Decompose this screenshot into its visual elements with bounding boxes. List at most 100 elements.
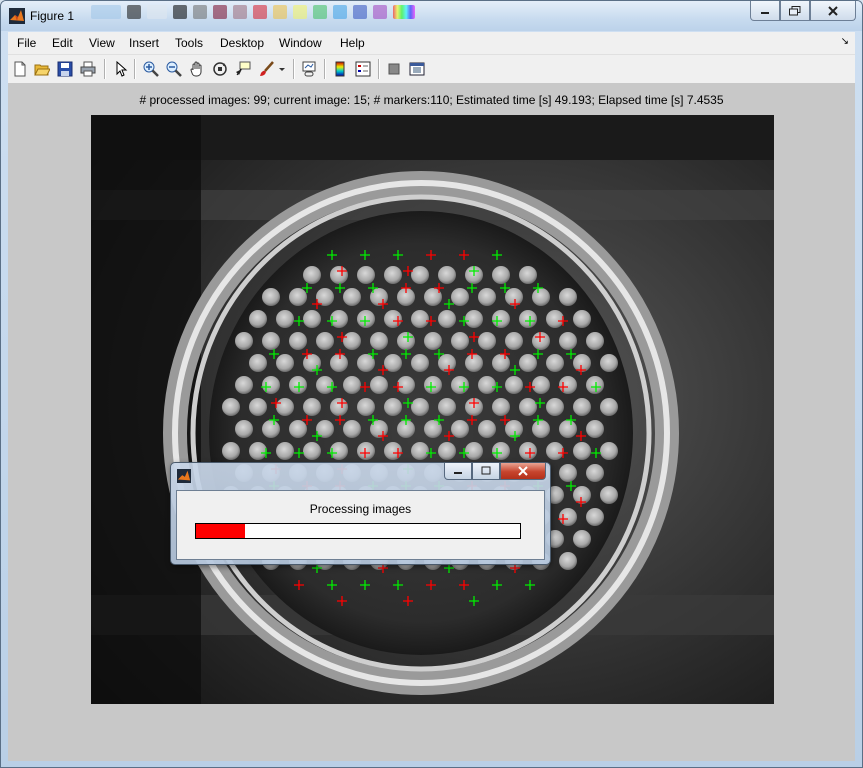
bead [559, 464, 577, 482]
bead [492, 310, 510, 328]
toolbar-separator [134, 59, 136, 79]
menu-desktop[interactable]: Desktop [220, 36, 264, 50]
bead [411, 310, 429, 328]
dock-arrow-icon[interactable]: ↘ [841, 36, 849, 47]
bead [222, 442, 240, 460]
bead [465, 354, 483, 372]
brush-button[interactable] [258, 60, 276, 78]
print-button[interactable] [79, 60, 97, 78]
bead [465, 310, 483, 328]
maximize-icon [789, 5, 801, 15]
bead [451, 332, 469, 350]
zoom-out-button[interactable] [165, 60, 183, 78]
bead [478, 332, 496, 350]
zoom-in-button[interactable] [142, 60, 160, 78]
bead [316, 288, 334, 306]
bead [303, 442, 321, 460]
bead [546, 310, 564, 328]
minimize-button[interactable] [750, 1, 780, 21]
bead [357, 398, 375, 416]
progress-bar [195, 523, 521, 539]
data-cursor-button[interactable] [234, 60, 252, 78]
toolbar-separator [293, 59, 295, 79]
rotate-3d-button[interactable] [211, 60, 229, 78]
show-plot-tools-button[interactable] [408, 60, 426, 78]
open-file-button[interactable] [33, 60, 51, 78]
bead [289, 332, 307, 350]
edit-plot-button[interactable] [112, 60, 130, 78]
matlab-icon [177, 469, 191, 483]
dialog-minimize-button[interactable] [444, 463, 472, 480]
link-plot-button[interactable] [300, 60, 318, 78]
bead [532, 376, 550, 394]
menu-insert[interactable]: Insert [129, 36, 159, 50]
bead [438, 310, 456, 328]
bead [519, 398, 537, 416]
bead [397, 376, 415, 394]
menu-bar: File Edit View Insert Tools Desktop Wind… [8, 32, 855, 55]
link-plot-icon [302, 61, 316, 77]
bead [492, 266, 510, 284]
menu-view[interactable]: View [89, 36, 115, 50]
bead [600, 398, 618, 416]
bead [222, 398, 240, 416]
bead [397, 332, 415, 350]
menu-edit[interactable]: Edit [52, 36, 73, 50]
bead [303, 266, 321, 284]
insert-colorbar-button[interactable] [331, 60, 349, 78]
dialog-maximize-button[interactable] [472, 463, 500, 480]
new-figure-button[interactable] [11, 60, 29, 78]
bead [330, 310, 348, 328]
bead [384, 310, 402, 328]
bead [559, 332, 577, 350]
bead [586, 508, 604, 526]
bead [249, 354, 267, 372]
bead [316, 332, 334, 350]
bead [465, 442, 483, 460]
bead [357, 442, 375, 460]
bead [411, 354, 429, 372]
maximize-button[interactable] [780, 1, 810, 21]
bead [532, 332, 550, 350]
bead [519, 310, 537, 328]
menu-window[interactable]: Window [279, 36, 322, 50]
toolbar-separator [378, 59, 380, 79]
title-bar[interactable]: Figure 1 [1, 1, 862, 31]
save-button[interactable] [56, 60, 74, 78]
bead [573, 310, 591, 328]
hide-plot-tools-button[interactable] [385, 60, 403, 78]
bead [330, 266, 348, 284]
bead [505, 376, 523, 394]
bead [330, 442, 348, 460]
rotate-3d-icon [213, 62, 227, 76]
bead [424, 376, 442, 394]
close-button[interactable] [810, 1, 856, 21]
bead [384, 442, 402, 460]
bead [276, 310, 294, 328]
image-axes[interactable] [91, 115, 774, 704]
open-file-icon [34, 64, 50, 76]
bead [505, 288, 523, 306]
new-figure-icon [14, 61, 26, 77]
menu-tools[interactable]: Tools [175, 36, 203, 50]
bead [519, 354, 537, 372]
figure-window: Figure 1 File Edit View Insert Tools Des… [0, 0, 863, 768]
bead [559, 288, 577, 306]
processing-status-title: # processed images: 99; current image: 1… [139, 93, 724, 107]
menu-file[interactable]: File [17, 36, 36, 50]
dialog-close-button[interactable] [500, 463, 546, 480]
bead [384, 266, 402, 284]
bead [330, 398, 348, 416]
bead [478, 420, 496, 438]
tracked-image [91, 115, 774, 704]
menu-help[interactable]: Help [340, 36, 365, 50]
bead [546, 398, 564, 416]
bead [357, 266, 375, 284]
bead [478, 376, 496, 394]
pan-button[interactable] [188, 60, 206, 78]
bead [586, 464, 604, 482]
brush-dropdown-button[interactable] [277, 60, 287, 78]
bead [316, 420, 334, 438]
insert-legend-button[interactable] [354, 60, 372, 78]
bead [411, 266, 429, 284]
